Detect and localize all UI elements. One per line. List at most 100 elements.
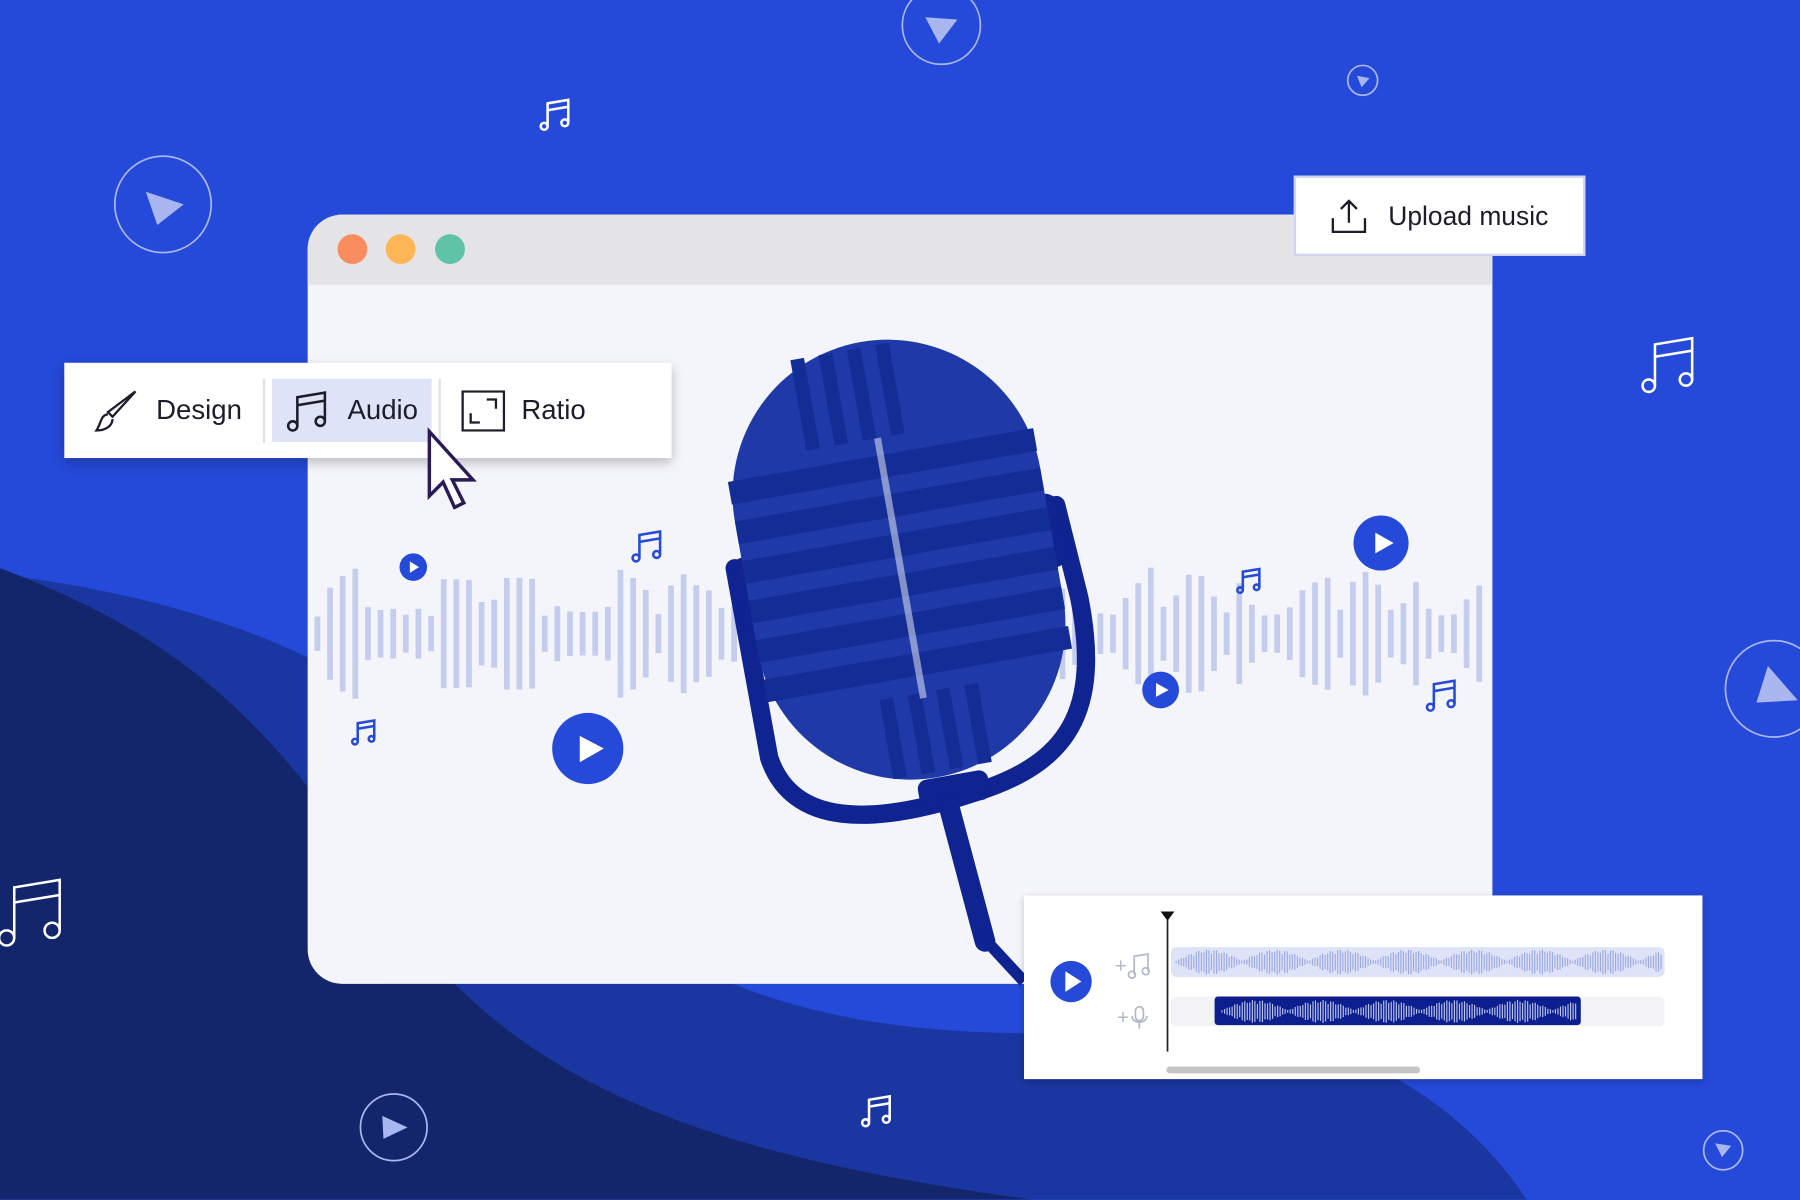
- waveform-bar: [1597, 952, 1599, 972]
- music-note-icon: [286, 390, 326, 432]
- horizontal-scrollbar[interactable]: [1166, 1066, 1421, 1074]
- upload-music-label: Upload music: [1388, 200, 1549, 231]
- waveform-bar: [1650, 956, 1652, 968]
- waveform-bar: [1567, 958, 1569, 966]
- waveform-bar: [1599, 952, 1602, 972]
- waveform-bar: [1645, 957, 1647, 967]
- waveform-bar: [1604, 950, 1607, 974]
- waveform-bar: [339, 575, 346, 692]
- waveform-bar: [1380, 1003, 1382, 1020]
- waveform-bar: [1549, 1009, 1551, 1014]
- waveform-bar: [1306, 960, 1309, 964]
- waveform-bar: [529, 578, 535, 689]
- waveform-bar: [1302, 1004, 1304, 1018]
- waveform-bar: [1463, 1001, 1466, 1022]
- waveform-bar: [1526, 953, 1528, 971]
- waveform-bar: [1231, 955, 1233, 969]
- waveform-bar: [1241, 1002, 1243, 1021]
- waveform-bar: [1350, 581, 1356, 686]
- waveform-bar: [1347, 1007, 1349, 1016]
- toolbar-design[interactable]: Design: [78, 379, 256, 442]
- waveform-bar: [1393, 1000, 1395, 1023]
- waveform-bar: [1354, 952, 1357, 972]
- waveform-bar: [1617, 953, 1619, 971]
- waveform-bar: [1443, 959, 1445, 965]
- waveform-bar: [1277, 1005, 1279, 1018]
- waveform-bar: [1385, 1000, 1387, 1023]
- add-voice-plus[interactable]: +: [1117, 1006, 1129, 1029]
- waveform-bar: [1324, 954, 1326, 970]
- waveform-bar: [1557, 1008, 1559, 1015]
- waveform-bar: [1355, 1009, 1357, 1014]
- add-voice-icon[interactable]: [1131, 1005, 1148, 1029]
- waveform-bar: [1537, 1004, 1539, 1019]
- waveform-bar: [1561, 956, 1564, 968]
- waveform-bar: [1549, 950, 1551, 974]
- waveform-bar: [1246, 959, 1248, 965]
- waveform-bar: [478, 601, 485, 666]
- timeline-play-button[interactable]: [1050, 960, 1092, 1003]
- waveform-bar: [1413, 1007, 1415, 1016]
- waveform-bar: [1405, 1005, 1407, 1018]
- waveform-bar: [1221, 1010, 1223, 1013]
- waveform-bar: [1448, 1001, 1450, 1022]
- waveform-bar: [1632, 958, 1634, 966]
- waveform-bar: [1657, 952, 1660, 972]
- waveform-bar: [1453, 954, 1455, 970]
- waveform-bar: [1294, 954, 1296, 971]
- waveform-bar: [1097, 613, 1104, 655]
- waveform-bar: [617, 569, 624, 698]
- waveform-bar: [1200, 952, 1202, 972]
- waveform-bar: [1463, 599, 1470, 669]
- waveform-bar: [1261, 1000, 1264, 1023]
- paintbrush-icon: [94, 389, 137, 432]
- waveform-bar: [1160, 606, 1167, 661]
- waveform-bar: [1660, 954, 1662, 970]
- waveform-bar: [1339, 949, 1341, 975]
- waveform-bar: [1458, 954, 1460, 970]
- add-music-plus[interactable]: +: [1115, 954, 1127, 977]
- toolbar-audio[interactable]: Audio: [271, 378, 432, 442]
- waveform-bar: [1372, 960, 1374, 964]
- waveform-bar: [1327, 1003, 1329, 1019]
- waveform-bar: [1350, 1008, 1352, 1015]
- upload-music-button[interactable]: Upload music: [1293, 175, 1586, 257]
- waveform-bar: [1488, 952, 1490, 972]
- waveform-bar: [1236, 583, 1243, 685]
- waveform-bar: [1529, 953, 1531, 971]
- waveform-bar: [1332, 1001, 1334, 1022]
- waveform-bar: [1218, 953, 1220, 971]
- waveform-bar: [1375, 584, 1382, 683]
- waveform-bar: [1441, 1004, 1443, 1019]
- waveform-bar: [1453, 1000, 1455, 1023]
- waveform-bar: [1501, 1004, 1503, 1019]
- waveform-bar: [1415, 951, 1417, 973]
- waveform-bar: [1479, 1007, 1481, 1016]
- waveform-bar: [1559, 1006, 1562, 1017]
- waveform-bar: [453, 579, 460, 689]
- waveform-bar: [1367, 1003, 1370, 1019]
- waveform-bar: [1572, 1003, 1574, 1020]
- add-music-icon[interactable]: [1127, 952, 1151, 979]
- waveform-bar: [440, 579, 447, 689]
- waveform-bar: [1438, 960, 1440, 965]
- waveform-bar: [1423, 955, 1425, 969]
- waveform-bar: [1647, 955, 1649, 969]
- waveform-bar: [1312, 582, 1318, 685]
- waveform-bar: [1274, 1006, 1276, 1017]
- waveform-bar: [1314, 957, 1316, 967]
- waveform-bar: [1395, 1002, 1397, 1021]
- waveform-bar: [1451, 1003, 1453, 1020]
- waveform-bar: [1491, 954, 1493, 970]
- waveform-bar: [1337, 1004, 1339, 1019]
- waveform-bar: [1625, 956, 1627, 968]
- waveform-bar: [706, 590, 712, 677]
- maximize-dot: [435, 234, 465, 265]
- waveform-bar: [1357, 1008, 1360, 1015]
- waveform-bar: [1466, 1003, 1468, 1020]
- waveform-bar: [1210, 953, 1213, 971]
- waveform-bar: [1511, 958, 1513, 966]
- waveform-bar: [1397, 952, 1399, 972]
- waveform-bar: [1494, 1007, 1496, 1016]
- waveform-bar: [1501, 959, 1503, 965]
